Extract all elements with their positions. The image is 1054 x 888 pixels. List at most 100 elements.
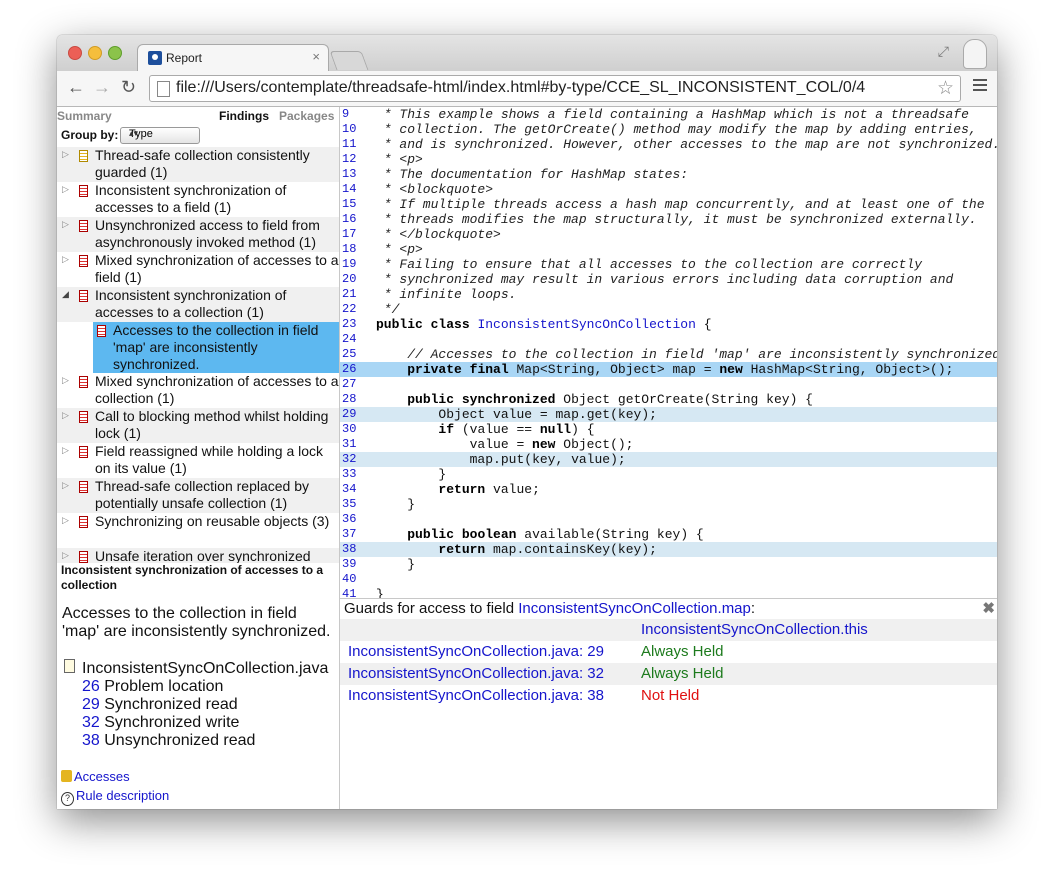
line-number: 41 <box>342 587 357 598</box>
code-line[interactable]: 19 * Failing to ensure that all accesses… <box>340 257 997 272</box>
code-line[interactable]: 10 * collection. The getOrCreate() metho… <box>340 122 997 137</box>
code-line[interactable]: 17 * </blockquote> <box>340 227 997 242</box>
tree-item-mixed-field[interactable]: ▷ Mixed synchronization of accesses to a… <box>57 252 339 287</box>
location-sync-read[interactable]: 29 Synchronized read <box>82 696 238 714</box>
code-line[interactable]: 24 <box>340 332 997 347</box>
location-line-link[interactable]: 32 <box>82 714 100 731</box>
code-line[interactable]: 20 * synchronized may result in various … <box>340 272 997 287</box>
code-line[interactable]: 31 value = new Object(); <box>340 437 997 452</box>
tree-item-collection-replaced[interactable]: ▷ Thread-safe collection replaced by pot… <box>57 478 339 513</box>
tree-item-inconsistent-field[interactable]: ▷ Inconsistent synchronization of access… <box>57 182 339 217</box>
code-text: public class InconsistentSyncOnCollectio… <box>376 317 712 332</box>
expand-triangle-icon[interactable]: ▷ <box>62 219 69 230</box>
code-line[interactable]: 15 * If multiple threads access a hash m… <box>340 197 997 212</box>
collapse-triangle-icon[interactable]: ◢ <box>62 289 69 300</box>
code-line[interactable]: 16 * threads modifies the map structural… <box>340 212 997 227</box>
guarded-field-link[interactable]: InconsistentSyncOnCollection.map <box>518 600 751 617</box>
expand-triangle-icon[interactable]: ▷ <box>62 410 69 421</box>
location-line-link[interactable]: 26 <box>82 678 100 695</box>
location-problem[interactable]: 26 Problem location <box>82 678 223 696</box>
address-bar[interactable]: file:///Users/contemplate/threadsafe-htm… <box>149 75 961 102</box>
code-line[interactable]: 18 * <p> <box>340 242 997 257</box>
code-line[interactable]: 27 <box>340 377 997 392</box>
location-line-link[interactable]: 38 <box>82 732 100 749</box>
summary-tab[interactable]: Summary <box>57 109 112 123</box>
close-tab-icon[interactable]: × <box>312 49 320 64</box>
tree-item-threadsafe-guarded[interactable]: ▷ Thread-safe collection consistently gu… <box>57 147 339 182</box>
url-text[interactable]: file:///Users/contemplate/threadsafe-htm… <box>176 79 865 97</box>
location-unsync-read[interactable]: 38 Unsynchronized read <box>82 732 255 750</box>
fullscreen-icon[interactable]: ⤢ <box>938 43 949 60</box>
location-line-link[interactable]: 29 <box>82 696 100 713</box>
code-line[interactable]: 13 * The documentation for HashMap state… <box>340 167 997 182</box>
browser-tab[interactable]: Report × <box>137 44 329 72</box>
back-arrow-icon[interactable]: ← <box>67 77 85 98</box>
guard-location-link[interactable]: InconsistentSyncOnCollection.java: 38 <box>348 687 604 704</box>
code-line[interactable]: 32 map.put(key, value); <box>340 452 997 467</box>
expand-triangle-icon[interactable]: ▷ <box>62 184 69 195</box>
menu-icon[interactable] <box>973 79 987 91</box>
packages-tab[interactable]: Packages <box>279 109 334 123</box>
rule-description-link[interactable]: ? Rule description <box>61 788 169 806</box>
code-line[interactable]: 36 <box>340 512 997 527</box>
code-line[interactable]: 40 <box>340 572 997 587</box>
expand-triangle-icon[interactable]: ▷ <box>62 149 69 160</box>
code-line[interactable]: 35 } <box>340 497 997 512</box>
expand-triangle-icon[interactable]: ▷ <box>62 445 69 456</box>
tree-item-selected-finding[interactable]: Accesses to the collection in field 'map… <box>93 322 339 373</box>
code-line[interactable]: 28 public synchronized Object getOrCreat… <box>340 392 997 407</box>
close-window-button[interactable] <box>68 46 82 60</box>
tree-item-unsafe-iteration[interactable]: ▷ Unsafe iteration over synchronized <box>57 548 339 563</box>
tree-item-mixed-collection[interactable]: ▷ Mixed synchronization of accesses to a… <box>57 373 339 408</box>
red-finding-icon <box>79 220 88 232</box>
tree-item-reusable-objects[interactable]: ▷ Synchronizing on reusable objects (3) <box>57 513 339 548</box>
code-line[interactable]: 25 // Accesses to the collection in fiel… <box>340 347 997 362</box>
profile-icon[interactable] <box>963 39 987 69</box>
code-line[interactable]: 11 * and is synchronized. However, other… <box>340 137 997 152</box>
guard-location-link[interactable]: InconsistentSyncOnCollection.java: 32 <box>348 665 604 682</box>
code-line[interactable]: 37 public boolean available(String key) … <box>340 527 997 542</box>
line-number: 18 <box>342 242 357 256</box>
code-line[interactable]: 38 return map.containsKey(key); <box>340 542 997 557</box>
code-line[interactable]: 14 * <blockquote> <box>340 182 997 197</box>
tree-item-inconsistent-collection[interactable]: ◢ Inconsistent synchronization of access… <box>57 287 339 322</box>
minimize-window-button[interactable] <box>88 46 102 60</box>
code-line[interactable]: 29 Object value = map.get(key); <box>340 407 997 422</box>
code-line[interactable]: 41} <box>340 587 997 598</box>
new-tab-button[interactable] <box>329 51 369 70</box>
group-by-select[interactable]: Type ▴▾ <box>120 127 200 144</box>
forward-arrow-icon[interactable]: → <box>93 77 111 98</box>
code-line[interactable]: 21 * infinite loops. <box>340 287 997 302</box>
code-text: private final Map<String, Object> map = … <box>407 362 954 377</box>
expand-triangle-icon[interactable]: ▷ <box>62 254 69 265</box>
guard-location-link[interactable]: InconsistentSyncOnCollection.java: 29 <box>348 643 604 660</box>
tree-item-blocking-call[interactable]: ▷ Call to blocking method whilst holding… <box>57 408 339 443</box>
reload-icon[interactable]: ↻ <box>121 77 136 98</box>
code-line[interactable]: 9 * This example shows a field containin… <box>340 107 997 122</box>
code-line[interactable]: 39 } <box>340 557 997 572</box>
code-line[interactable]: 26 private final Map<String, Object> map… <box>340 362 997 377</box>
location-sync-write[interactable]: 32 Synchronized write <box>82 714 239 732</box>
code-line[interactable]: 33 } <box>340 467 997 482</box>
tree-item-unsynchronized-async[interactable]: ▷ Unsynchronized access to field from as… <box>57 217 339 252</box>
lock-column-header[interactable]: InconsistentSyncOnCollection.this <box>641 621 868 638</box>
code-line[interactable]: 34 return value; <box>340 482 997 497</box>
expand-triangle-icon[interactable]: ▷ <box>62 480 69 491</box>
code-line[interactable]: 30 if (value == null) { <box>340 422 997 437</box>
rule-description-label[interactable]: Rule description <box>76 788 169 803</box>
code-line[interactable]: 23 public class InconsistentSyncOnCollect… <box>340 317 997 332</box>
accesses-link[interactable]: Accesses <box>61 769 130 784</box>
code-line[interactable]: 12 * <p> <box>340 152 997 167</box>
source-code-viewer[interactable]: 9 * This example shows a field containin… <box>340 107 997 598</box>
code-line[interactable]: 22 */ <box>340 302 997 317</box>
bookmark-star-icon[interactable]: ☆ <box>937 77 954 100</box>
tree-item-field-reassigned[interactable]: ▷ Field reassigned while holding a lock … <box>57 443 339 478</box>
findings-tab[interactable]: Findings <box>219 109 269 123</box>
expand-triangle-icon[interactable]: ▷ <box>62 550 69 561</box>
zoom-window-button[interactable] <box>108 46 122 60</box>
expand-triangle-icon[interactable]: ▷ <box>62 375 69 386</box>
accesses-link-label[interactable]: Accesses <box>74 769 130 784</box>
close-guards-icon[interactable]: ✖ <box>982 599 995 617</box>
expand-triangle-icon[interactable]: ▷ <box>62 515 69 526</box>
code-text: public synchronized Object getOrCreate(S… <box>407 392 813 407</box>
